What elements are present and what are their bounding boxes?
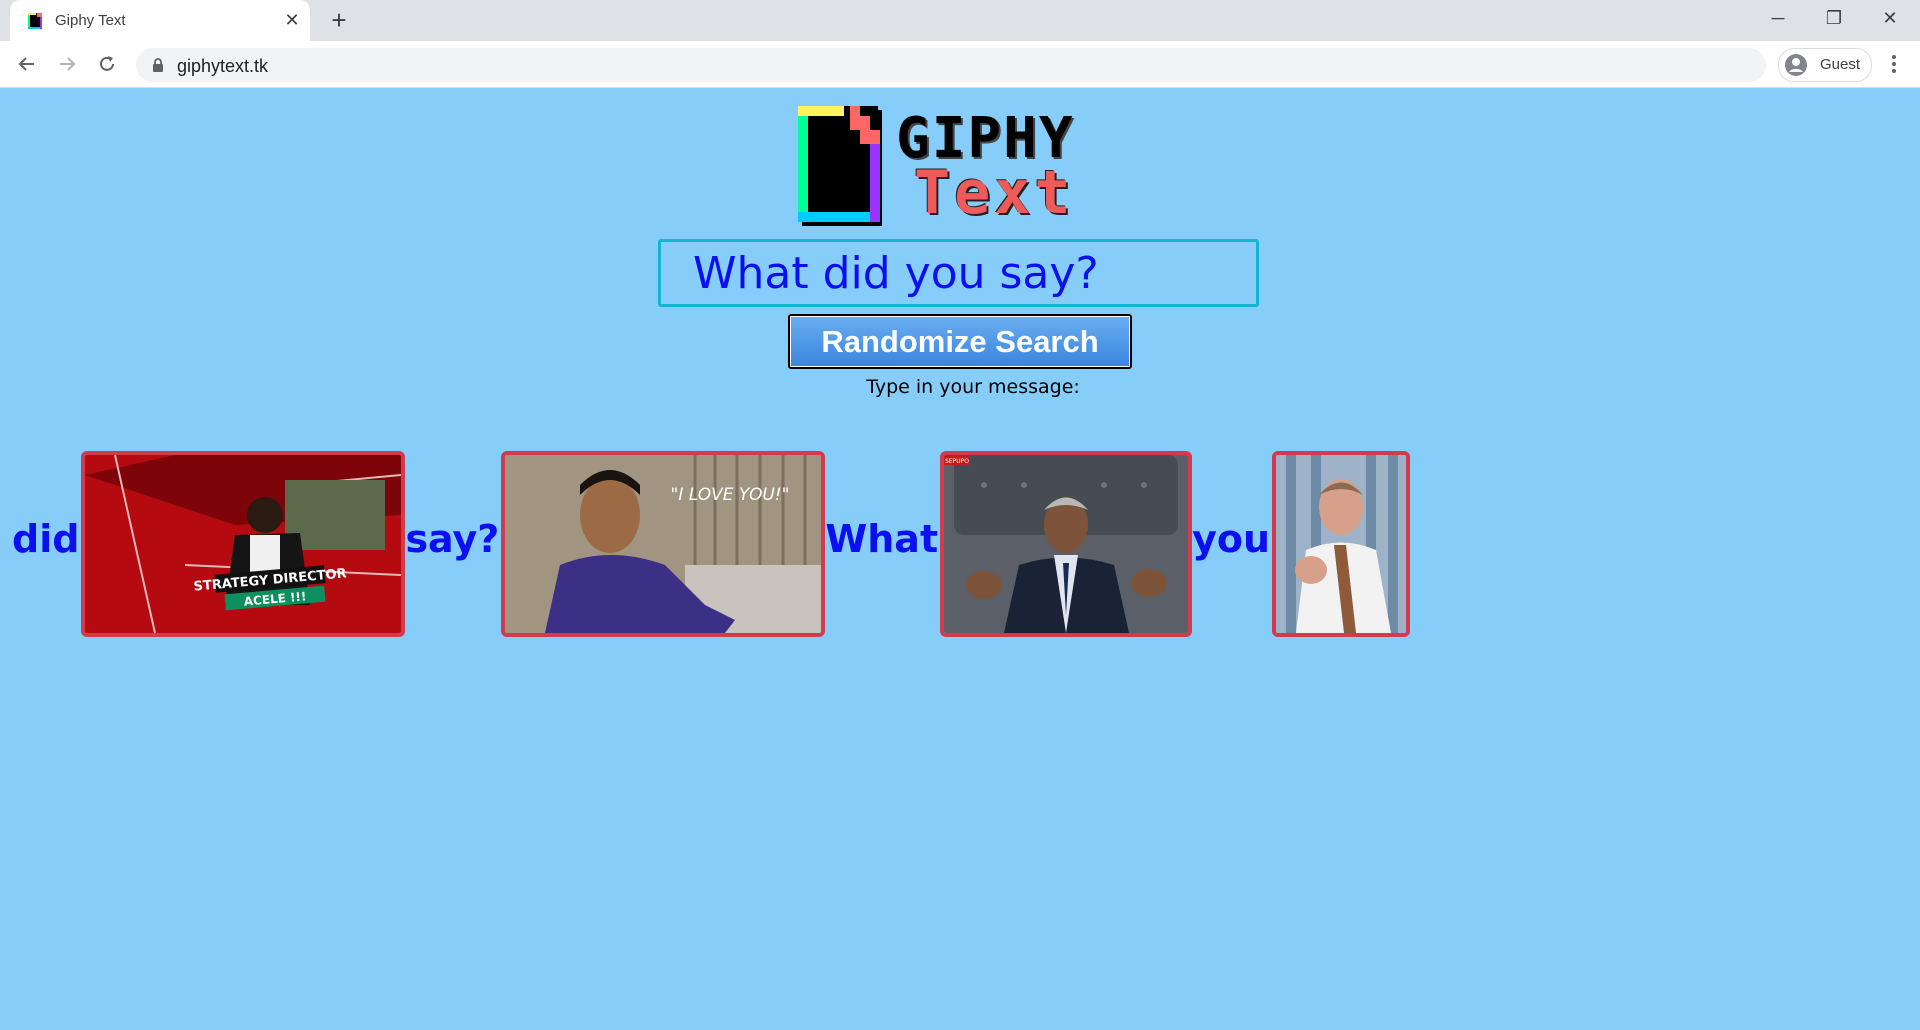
gif-result[interactable] <box>1272 451 1411 637</box>
lock-icon <box>153 58 163 72</box>
reload-icon <box>100 56 114 71</box>
giphy-favicon <box>28 13 42 29</box>
reload-button[interactable] <box>93 50 121 78</box>
close-window-button[interactable]: ✕ <box>1862 0 1918 36</box>
browser-menu-button[interactable] <box>1880 50 1908 78</box>
back-button[interactable] <box>13 50 41 78</box>
forward-arrow-icon <box>60 57 76 71</box>
browser-tab[interactable]: Giphy Text ✕ <box>10 0 310 41</box>
giphy-logo-icon <box>798 106 882 226</box>
gif-result[interactable]: SEPUPO <box>940 451 1193 637</box>
browser-tab-strip: Giphy Text ✕ + ─ ❐ ✕ <box>0 0 1920 41</box>
message-input[interactable] <box>658 239 1259 307</box>
gif-result[interactable]: STRATEGY DIRECTOR ACELE !!! <box>81 451 406 637</box>
gif-image-strategy-director: STRATEGY DIRECTOR ACELE !!! <box>85 455 402 633</box>
result-word: say? <box>405 517 500 561</box>
browser-toolbar: giphytext.tk Guest <box>0 41 1920 88</box>
gif-result[interactable]: "I LOVE YOU!" <box>501 451 826 637</box>
gif-image-pointing <box>1276 455 1407 633</box>
gif-caption: SEPUPO <box>945 458 969 465</box>
new-tab-button[interactable]: + <box>326 7 352 34</box>
tab-title: Giphy Text <box>55 12 126 29</box>
kebab-menu-icon <box>1892 55 1896 73</box>
logo-word-text: Text <box>914 158 1075 228</box>
minimize-button[interactable]: ─ <box>1750 0 1806 36</box>
profile-icon <box>1785 54 1807 76</box>
back-arrow-icon <box>18 57 34 71</box>
profile-label: Guest <box>1820 56 1861 73</box>
result-word: did <box>12 517 80 561</box>
gif-image-shrug: SEPUPO <box>944 455 1189 633</box>
forward-button[interactable] <box>53 50 81 78</box>
result-word: What <box>825 517 939 561</box>
gif-result-row: did STRATEGY DIRECTOR ACELE !!! say? "I … <box>12 450 1411 638</box>
profile-button[interactable]: Guest <box>1778 48 1872 82</box>
restore-button[interactable]: ❐ <box>1806 0 1862 36</box>
url-text: giphytext.tk <box>177 56 269 76</box>
address-bar[interactable]: giphytext.tk <box>136 48 1766 82</box>
tab-close-icon[interactable]: ✕ <box>282 10 302 30</box>
result-word: you <box>1192 517 1271 561</box>
giphy-text-logo: GIPHY Text <box>796 104 1126 228</box>
gif-image-love-you: "I LOVE YOU!" <box>505 455 822 633</box>
instruction-text: Type in your message: <box>866 376 1080 398</box>
gif-caption: "I LOVE YOU!" <box>671 485 790 505</box>
randomize-search-button[interactable]: Randomize Search <box>788 314 1132 369</box>
